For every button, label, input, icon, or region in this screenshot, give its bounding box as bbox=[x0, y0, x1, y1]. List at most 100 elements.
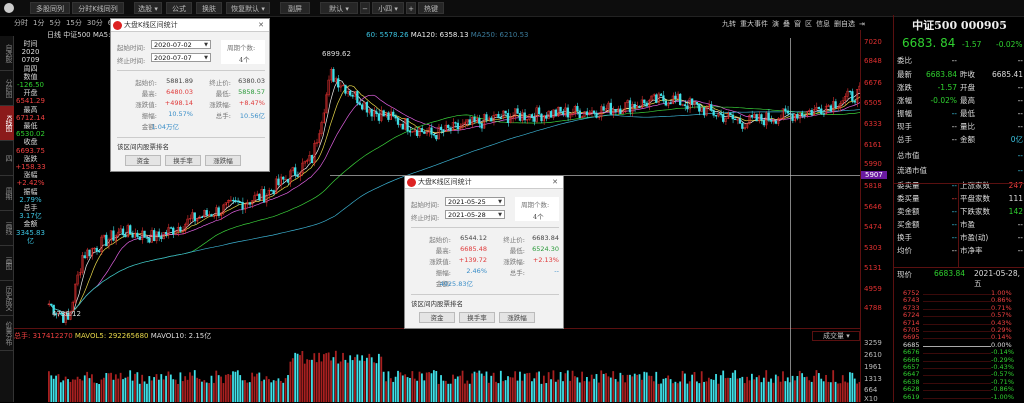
chart-tool[interactable]: 重大事件 bbox=[740, 20, 768, 28]
chart-tool[interactable]: 区 bbox=[805, 20, 812, 28]
period-tab[interactable]: 1分 bbox=[33, 19, 44, 27]
start_price-label: 起始价: bbox=[429, 236, 451, 244]
chart-tool[interactable]: 九转 bbox=[722, 20, 736, 28]
period-tab[interactable]: 30分 bbox=[87, 19, 103, 27]
chart-tool[interactable]: 叠 bbox=[783, 20, 790, 28]
volume-bar bbox=[346, 362, 349, 402]
volume-chart[interactable] bbox=[47, 340, 860, 402]
toolbar-button-7[interactable]: 默认 ▾ bbox=[320, 2, 358, 14]
volume-bar bbox=[741, 376, 744, 402]
sidebar-tab[interactable]: 分时图 bbox=[0, 71, 14, 106]
quote-cell: 量比 bbox=[960, 122, 975, 131]
volume-bar bbox=[57, 374, 60, 402]
sidebar-tab[interactable]: K线图 bbox=[0, 106, 14, 141]
volume-bar bbox=[526, 373, 529, 402]
rank-button[interactable]: 涨跌幅 bbox=[205, 155, 241, 166]
quote-cell: -- bbox=[1017, 246, 1023, 255]
end-date-select[interactable]: 2021-05-28 bbox=[445, 210, 505, 219]
candle bbox=[664, 100, 667, 106]
volume-bar bbox=[552, 370, 555, 402]
volume-bar bbox=[664, 378, 667, 402]
candle bbox=[430, 127, 433, 135]
end-date-select[interactable]: 2020-07-07 bbox=[151, 53, 211, 62]
volume-bar bbox=[650, 375, 653, 402]
volume-bar bbox=[822, 381, 825, 402]
rank-button[interactable]: 资金 bbox=[125, 155, 161, 166]
volume-bar bbox=[729, 377, 732, 402]
app-logo-icon bbox=[113, 21, 122, 30]
period-tab[interactable]: 15分 bbox=[66, 19, 82, 27]
close-icon[interactable]: ✕ bbox=[258, 19, 264, 32]
volume-bar bbox=[514, 371, 517, 402]
candle bbox=[358, 102, 361, 105]
quote-cell: -- bbox=[1017, 233, 1023, 242]
candle bbox=[525, 119, 529, 121]
quote-cell: 总手 bbox=[897, 135, 912, 144]
start-date-select[interactable]: 2021-05-25 bbox=[445, 197, 505, 206]
candle bbox=[262, 189, 266, 203]
volume-bar bbox=[330, 360, 332, 402]
volume-bar bbox=[322, 354, 325, 402]
volume-bar bbox=[81, 380, 84, 402]
sidebar-tab[interactable]: 四 bbox=[0, 141, 14, 176]
candle bbox=[679, 93, 682, 106]
candle bbox=[499, 117, 502, 119]
volume-bar bbox=[679, 381, 682, 402]
sidebar-tab[interactable]: 价量分布 bbox=[0, 316, 14, 351]
chart-tool[interactable]: 演 bbox=[772, 20, 779, 28]
toolbar-button-9[interactable]: 小四 ▾ bbox=[372, 2, 404, 14]
toolbar-button-10[interactable]: + bbox=[406, 2, 416, 14]
toolbar-button-11[interactable]: 热键 bbox=[418, 2, 444, 14]
period-tab[interactable]: 分时 bbox=[14, 19, 28, 27]
candle bbox=[712, 110, 715, 116]
candle bbox=[88, 249, 91, 257]
volume-bar bbox=[177, 383, 179, 402]
volume-bar bbox=[638, 374, 641, 402]
toolbar-button-1[interactable]: 分时K线同列 bbox=[72, 2, 124, 14]
volume-bar bbox=[318, 352, 320, 402]
volume-bar bbox=[813, 375, 815, 402]
exit-icon[interactable]: ⇥ bbox=[859, 20, 865, 28]
volume-bar bbox=[382, 371, 385, 402]
toolbar-button-3[interactable]: 公式 bbox=[166, 2, 192, 14]
candle bbox=[157, 231, 161, 237]
toolbar-button-2[interactable]: 选股 ▾ bbox=[134, 2, 162, 14]
candle bbox=[490, 117, 493, 122]
period-tab[interactable]: 5分 bbox=[49, 19, 60, 27]
start_price-value: 5881.89 bbox=[166, 77, 193, 85]
candle bbox=[360, 104, 364, 110]
toolbar-button-0[interactable]: 多股同列 bbox=[30, 2, 70, 14]
chart-tool[interactable]: 窗 bbox=[794, 20, 801, 28]
sidebar-tab[interactable]: 自选股 bbox=[0, 36, 14, 71]
sidebar-tab[interactable]: 画图 bbox=[0, 246, 14, 281]
volume-bar bbox=[110, 372, 112, 402]
divider bbox=[411, 227, 559, 228]
candle bbox=[590, 110, 593, 113]
volume-bar bbox=[540, 383, 543, 402]
close-icon[interactable]: ✕ bbox=[552, 176, 558, 189]
candle bbox=[303, 161, 306, 164]
toolbar-button-6[interactable]: 副屏 bbox=[280, 2, 310, 14]
chart-tool[interactable]: 删自选 bbox=[834, 20, 855, 28]
candle bbox=[683, 104, 687, 107]
quote-cell: 现手 bbox=[897, 122, 912, 131]
rank-button[interactable]: 换手率 bbox=[165, 155, 201, 166]
rank-button[interactable]: 换手率 bbox=[459, 312, 495, 323]
volume-bar bbox=[554, 381, 557, 402]
crosshair-vertical bbox=[790, 38, 791, 402]
candle bbox=[848, 90, 852, 93]
sidebar-tab[interactable]: 历史成交 bbox=[0, 281, 14, 316]
rank-button[interactable]: 涨跌幅 bbox=[499, 312, 535, 323]
clock-icon[interactable] bbox=[4, 3, 14, 13]
volume-bar bbox=[356, 354, 359, 402]
toolbar-button-5[interactable]: 恢复默认 ▾ bbox=[226, 2, 270, 14]
sidebar-tab[interactable]: 周期 bbox=[0, 176, 14, 211]
chart-tool[interactable]: 信息 bbox=[816, 20, 830, 28]
start-date-select[interactable]: 2020-07-02 bbox=[151, 40, 211, 49]
sidebar-tab[interactable]: 画线 bbox=[0, 211, 14, 246]
rank-button[interactable]: 资金 bbox=[419, 312, 455, 323]
volume-tick: 664 bbox=[864, 386, 878, 394]
toolbar-button-4[interactable]: 换肤 bbox=[196, 2, 222, 14]
toolbar-button-8[interactable]: − bbox=[360, 2, 370, 14]
now-label: 现价 bbox=[897, 270, 912, 279]
